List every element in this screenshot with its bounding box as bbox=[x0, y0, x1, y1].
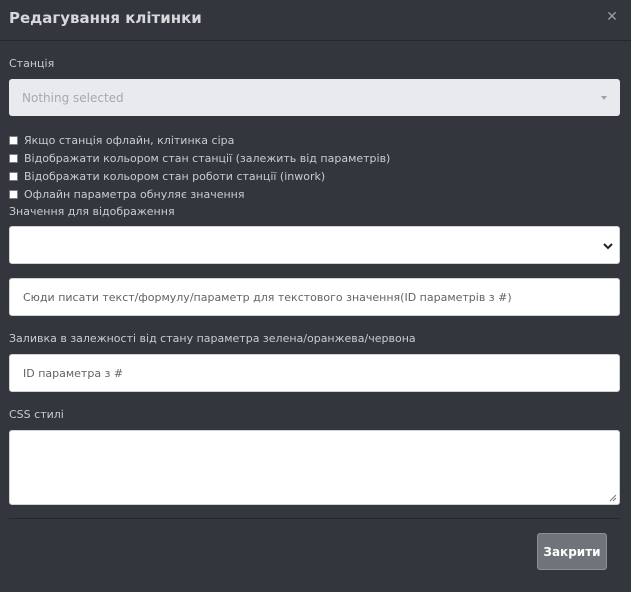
css-label: CSS стилі bbox=[9, 408, 64, 421]
option-offline-reset[interactable]: Офлайн параметра обнуляє значення bbox=[9, 187, 244, 201]
option-label: Якщо станція офлайн, клітинка сіра bbox=[24, 133, 235, 147]
station-select-placeholder: Nothing selected bbox=[22, 91, 124, 105]
checkbox-offline-reset[interactable] bbox=[9, 189, 18, 199]
option-label: Відображати кольором стан роботи станції… bbox=[24, 169, 326, 183]
checkbox-color-work-state[interactable] bbox=[9, 171, 18, 181]
option-color-station-state[interactable]: Відображати кольором стан станції (залеж… bbox=[9, 151, 390, 165]
close-icon[interactable]: ✕ bbox=[605, 9, 619, 25]
station-select: Nothing selected bbox=[9, 79, 620, 116]
option-label: Офлайн параметра обнуляє значення bbox=[24, 187, 245, 201]
checkbox-offline-gray[interactable] bbox=[9, 135, 18, 145]
text-formula-placeholder: Сюди писати текст/формулу/параметр для т… bbox=[23, 291, 512, 304]
display-value-label: Значення для відображення bbox=[9, 205, 175, 218]
option-offline-gray[interactable]: Якщо станція офлайн, клітинка сіра bbox=[9, 133, 234, 147]
option-color-work-state[interactable]: Відображати кольором стан роботи станції… bbox=[9, 169, 325, 183]
caret-down-icon bbox=[601, 96, 607, 100]
modal-header: Редагування клітинки ✕ bbox=[0, 0, 631, 41]
fill-label: Заливка в залежності від стану параметра… bbox=[9, 332, 416, 345]
option-label: Відображати кольором стан станції (залеж… bbox=[24, 151, 391, 165]
fill-param-input[interactable]: ID параметра з # bbox=[9, 354, 620, 392]
footer-divider bbox=[9, 518, 620, 519]
checkbox-color-station-state[interactable] bbox=[9, 153, 18, 163]
chevron-down-icon bbox=[603, 243, 613, 250]
resize-handle-icon[interactable] bbox=[609, 494, 617, 502]
css-textarea[interactable] bbox=[9, 430, 620, 505]
modal-title: Редагування клітинки bbox=[9, 9, 202, 27]
fill-param-placeholder: ID параметра з # bbox=[23, 367, 124, 380]
station-label: Станція bbox=[9, 57, 55, 70]
display-value-select[interactable] bbox=[9, 226, 620, 264]
close-button[interactable]: Закрити bbox=[537, 533, 607, 570]
edit-cell-modal: Редагування клітинки ✕ Станція Nothing s… bbox=[0, 0, 631, 592]
text-formula-input[interactable]: Сюди писати текст/формулу/параметр для т… bbox=[9, 278, 620, 316]
